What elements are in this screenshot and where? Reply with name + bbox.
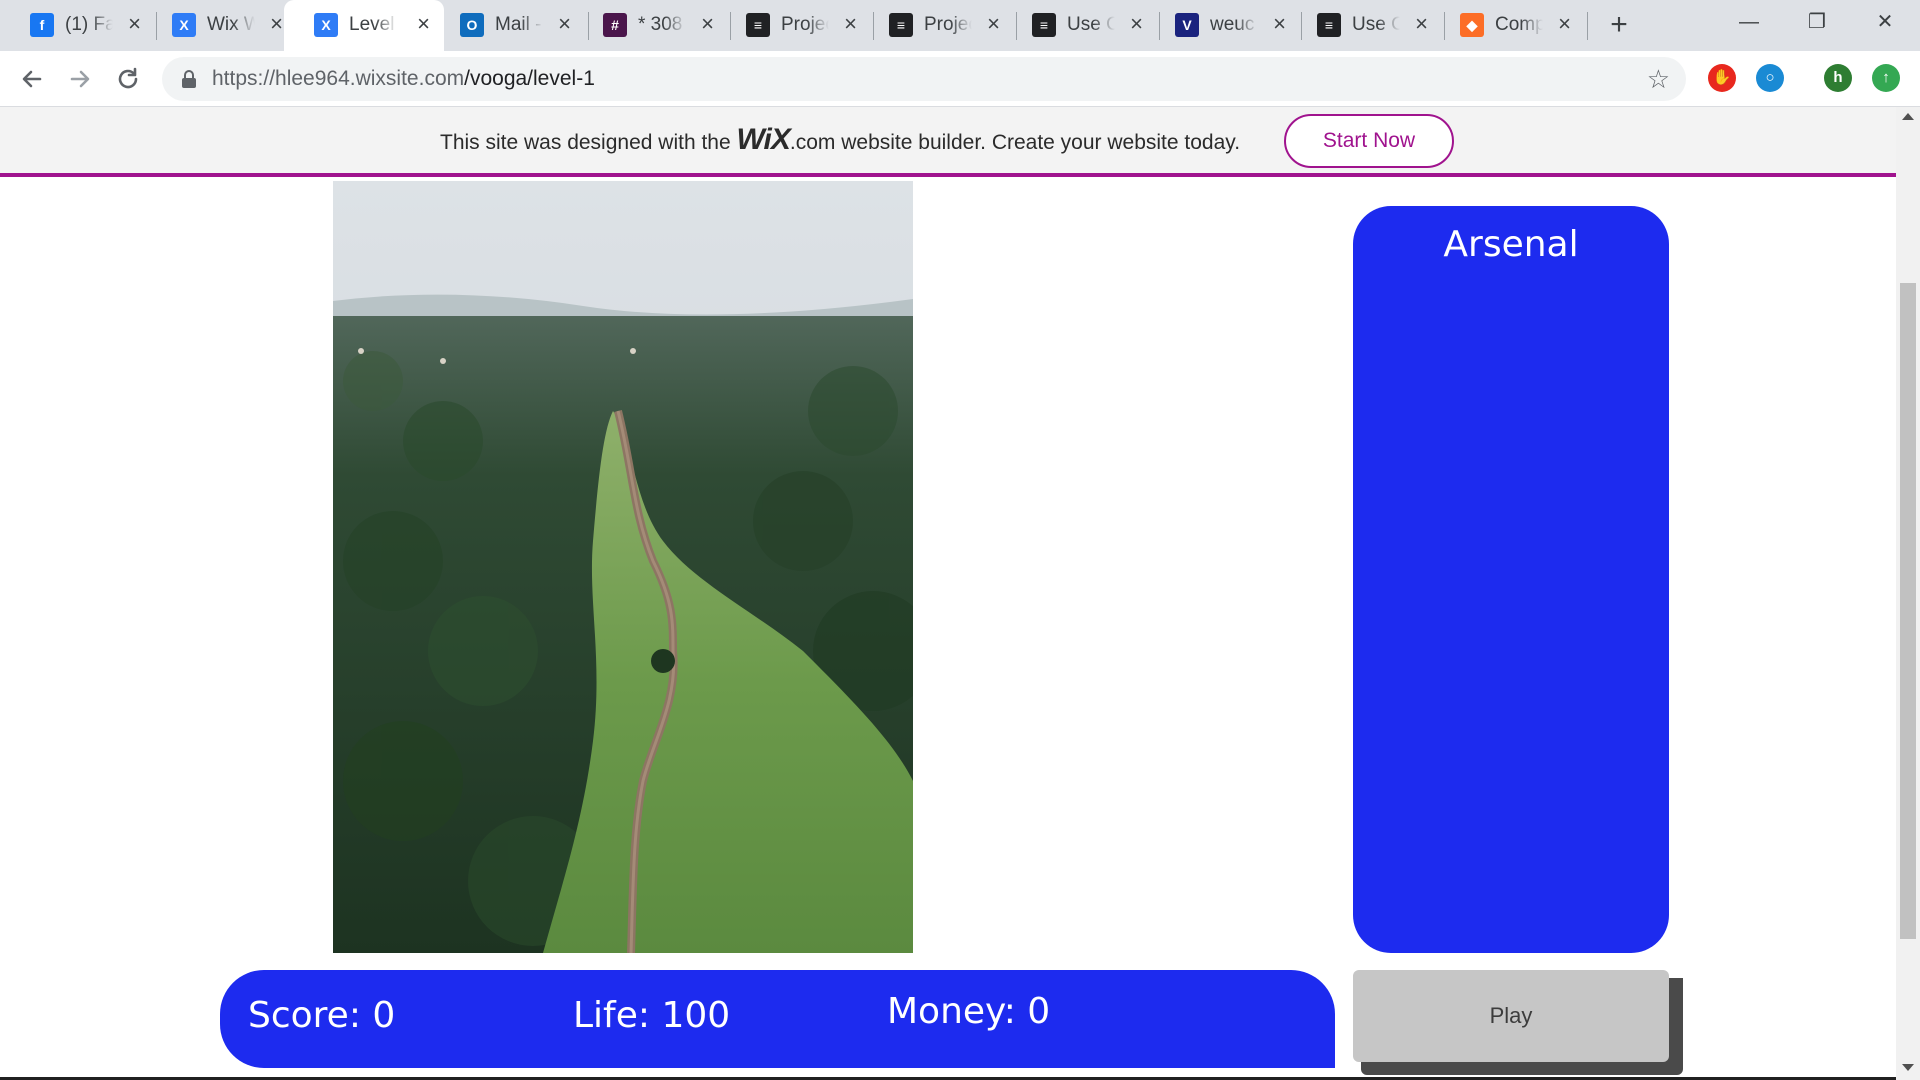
tab-label: Use Cases	[1352, 13, 1400, 37]
profile-avatar-icon[interactable]: h	[1824, 64, 1852, 92]
scroll-down-icon[interactable]	[1902, 1064, 1914, 1071]
tab-label: Project	[781, 13, 829, 37]
close-icon[interactable]: ×	[701, 12, 714, 36]
tab-mail-outlook[interactable]: O Mail - Outlook ×	[430, 0, 585, 51]
close-window-button[interactable]: ✕	[1856, 0, 1914, 44]
circle-extension-icon[interactable]: ○	[1756, 64, 1784, 92]
gitlab-icon: ◆	[1460, 13, 1484, 37]
tab-label: Project	[924, 13, 972, 37]
start-now-button[interactable]: Start Now	[1284, 114, 1454, 168]
adblock-icon[interactable]: ✋	[1708, 64, 1736, 92]
facebook-icon: f	[30, 13, 54, 37]
tab-use-cases-1[interactable]: ≡ Use Cases ×	[1002, 0, 1157, 51]
tab-level-1[interactable]: X Level 1 ×	[284, 0, 444, 51]
close-icon[interactable]: ×	[128, 12, 141, 36]
tab-compare[interactable]: ◆ Compare ×	[1430, 0, 1585, 51]
tab-strip: f (1) Facebook × X Wix Website × X Level…	[0, 0, 1920, 51]
forward-arrow-icon	[70, 70, 90, 88]
money-label: Money: 0	[887, 991, 1051, 1032]
close-icon[interactable]: ×	[1130, 12, 1143, 36]
tab-label: Mail - Outlook	[495, 13, 543, 37]
tab-label: Wix Website	[207, 13, 255, 37]
reload-button[interactable]	[110, 61, 146, 97]
minimize-button[interactable]: —	[1720, 0, 1778, 44]
wix-ad-banner: This site was designed with the WiX.com …	[0, 107, 1896, 177]
close-icon[interactable]: ×	[844, 12, 857, 36]
scroll-up-icon[interactable]	[1902, 113, 1914, 120]
wix-icon: X	[314, 13, 338, 37]
status-bar: Score: 0 Life: 100 Money: 0	[220, 970, 1335, 1068]
forest-ridge-trail-picture	[333, 181, 913, 953]
arsenal-title: Arsenal	[1443, 224, 1579, 265]
close-icon[interactable]: ×	[270, 12, 283, 36]
banner-message: This site was designed with the WiX.com …	[440, 123, 1241, 156]
close-icon[interactable]: ×	[558, 12, 571, 36]
restore-button[interactable]: ❐	[1788, 0, 1846, 44]
wix-logo: WiX	[736, 123, 790, 156]
shield-icon: V	[1175, 13, 1199, 37]
tab-label: * 308	[638, 13, 686, 37]
tab-facebook[interactable]: f (1) Facebook ×	[0, 0, 155, 51]
back-button[interactable]	[14, 61, 50, 97]
tab-label: Level 1	[349, 13, 397, 37]
close-icon[interactable]: ×	[987, 12, 1000, 36]
tab-slack[interactable]: # * 308 ×	[573, 0, 728, 51]
close-icon[interactable]: ×	[1273, 12, 1286, 36]
document-icon: ≡	[1032, 13, 1056, 37]
tab-label: Use Cases	[1067, 13, 1115, 37]
browser-toolbar: https://hlee964.wixsite.com/vooga/level-…	[0, 51, 1920, 107]
close-icon[interactable]: ×	[1415, 12, 1428, 36]
close-icon[interactable]: ×	[1558, 12, 1571, 36]
lock-icon	[182, 70, 196, 88]
life-label: Life: 100	[573, 995, 731, 1036]
scrollbar-thumb[interactable]	[1900, 283, 1916, 939]
bookmark-star-icon[interactable]: ☆	[1647, 57, 1670, 101]
tab-wix-website[interactable]: X Wix Website ×	[142, 0, 297, 51]
tab-use-cases-2[interactable]: ≡ Use Cases ×	[1287, 0, 1442, 51]
url-text: https://hlee964.wixsite.com/vooga/level-…	[212, 67, 595, 90]
tab-project-1[interactable]: ≡ Project ×	[716, 0, 871, 51]
document-icon: ≡	[746, 13, 770, 37]
game-map-image[interactable]	[333, 181, 913, 953]
back-arrow-icon	[22, 70, 42, 88]
forward-button[interactable]	[62, 61, 98, 97]
new-tab-button[interactable]: +	[1602, 8, 1636, 42]
document-icon: ≡	[1317, 13, 1341, 37]
tab-label: weuc	[1210, 13, 1258, 37]
tab-label: Compare	[1495, 13, 1543, 37]
document-icon: ≡	[889, 13, 913, 37]
tab-separator	[1587, 12, 1588, 40]
tab-project-2[interactable]: ≡ Project ×	[859, 0, 1014, 51]
outlook-icon: O	[460, 13, 484, 37]
tab-weuc[interactable]: V weuc ×	[1145, 0, 1300, 51]
tab-label: (1) Facebook	[65, 13, 113, 37]
arsenal-panel: Arsenal	[1353, 206, 1669, 953]
reload-icon	[118, 67, 138, 89]
page-scrollbar[interactable]	[1896, 107, 1920, 1080]
play-button[interactable]: Play	[1353, 970, 1669, 1062]
close-icon[interactable]: ×	[417, 12, 430, 36]
wix-icon: X	[172, 13, 196, 37]
update-icon[interactable]: ↑	[1872, 64, 1900, 92]
score-label: Score: 0	[248, 995, 396, 1036]
address-bar[interactable]: https://hlee964.wixsite.com/vooga/level-…	[162, 57, 1686, 101]
slack-icon: #	[603, 13, 627, 37]
